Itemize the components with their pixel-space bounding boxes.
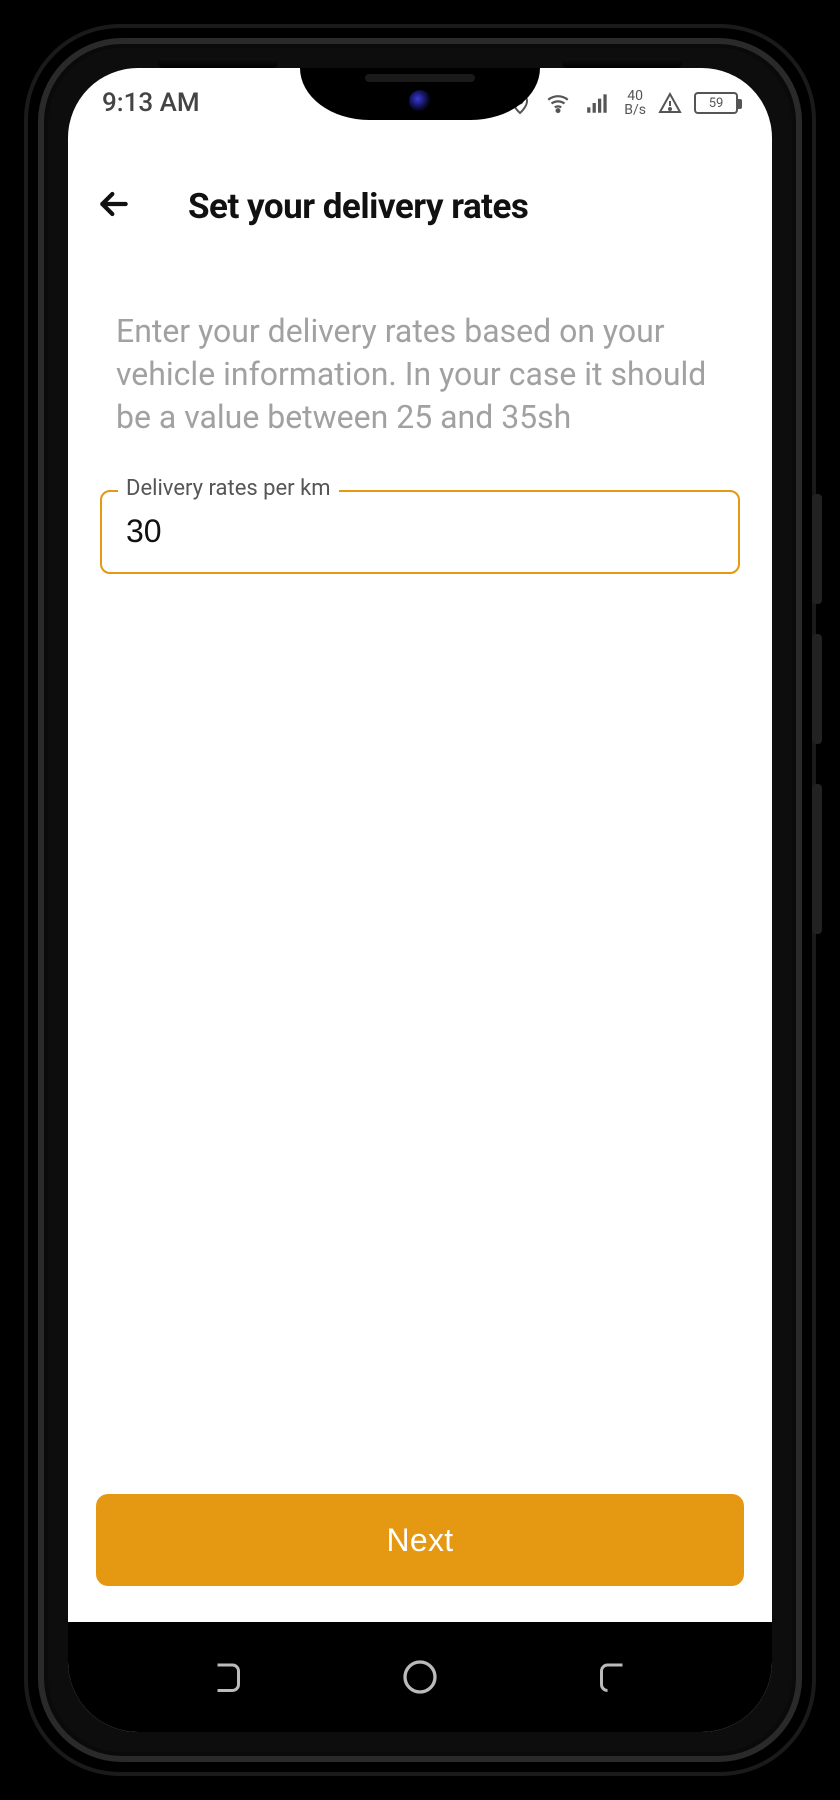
nav-home-button[interactable] xyxy=(400,1657,440,1697)
screen: 9:13 AM xyxy=(68,68,772,1732)
network-rate-unit: B/s xyxy=(624,103,646,117)
header: Set your delivery rates xyxy=(96,138,744,270)
speaker-slit xyxy=(562,58,682,68)
side-button xyxy=(812,494,822,604)
speaker-slit xyxy=(158,58,278,68)
side-button xyxy=(812,634,822,744)
instruction-text: Enter your delivery rates based on your … xyxy=(96,270,744,490)
nav-back-button[interactable] xyxy=(597,1659,633,1695)
home-circle-icon xyxy=(400,1657,440,1697)
warning-icon xyxy=(658,91,682,115)
content: Set your delivery rates Enter your deliv… xyxy=(68,138,772,1622)
back-icon xyxy=(597,1659,633,1695)
system-nav-bar xyxy=(68,1622,772,1732)
rate-field-label: Delivery rates per km xyxy=(118,476,339,501)
signal-icon xyxy=(584,90,612,116)
battery-percent: 59 xyxy=(694,92,738,114)
recent-icon xyxy=(207,1659,243,1695)
next-button[interactable]: Next xyxy=(96,1494,744,1586)
back-button[interactable] xyxy=(90,182,138,230)
rate-field: Delivery rates per km xyxy=(100,490,740,574)
network-rate-value: 40 xyxy=(627,89,643,103)
network-rate: 40 B/s xyxy=(624,89,646,117)
status-time: 9:13 AM xyxy=(102,88,200,118)
side-button xyxy=(812,784,822,934)
page-title: Set your delivery rates xyxy=(138,186,744,227)
wifi-icon xyxy=(544,90,572,116)
nav-recent-button[interactable] xyxy=(207,1659,243,1695)
rate-input[interactable] xyxy=(100,490,740,574)
battery-icon: 59 xyxy=(694,92,738,114)
front-camera xyxy=(409,90,431,112)
phone-frame: 9:13 AM xyxy=(24,24,816,1776)
arrow-left-icon xyxy=(94,184,134,228)
phone-rim: 9:13 AM xyxy=(38,38,802,1762)
